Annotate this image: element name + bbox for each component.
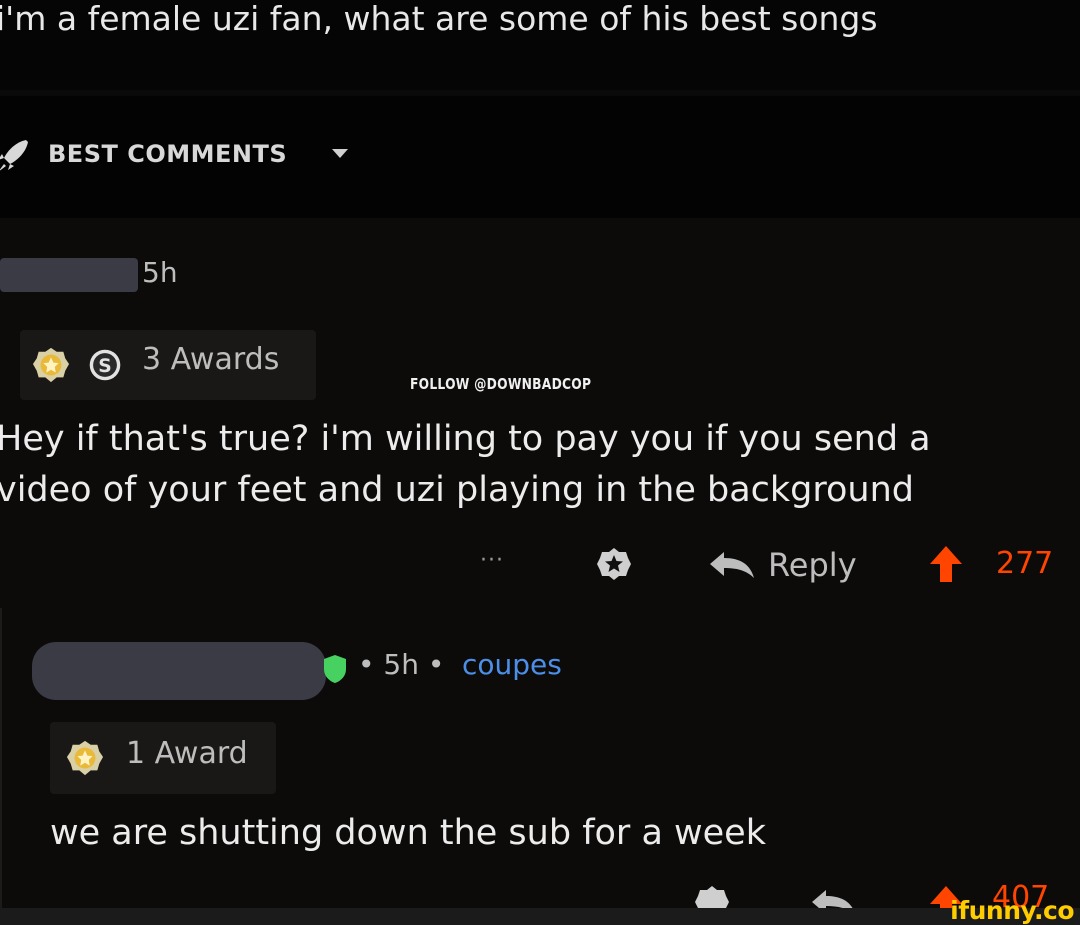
chevron-down-icon[interactable] [332, 149, 348, 158]
sort-label: BEST COMMENTS [48, 140, 288, 168]
give-award-icon[interactable] [596, 546, 632, 582]
redacted-username [0, 258, 138, 292]
redacted-username [32, 642, 326, 700]
comment-time: 5h [142, 256, 178, 289]
comment-actions: 407 [0, 878, 1080, 908]
comment-body: we are shutting down the sub for a week [50, 813, 766, 853]
sort-bar[interactable]: BEST COMMENTS [0, 96, 1080, 218]
footer-bar [0, 908, 1080, 925]
reply-button[interactable]: Reply [708, 544, 868, 588]
awards-count: 1 Award [126, 736, 248, 771]
ifunny-logo: ifunny.co [950, 896, 1074, 925]
thread-line[interactable] [0, 608, 2, 908]
reply-arrow-icon[interactable] [810, 888, 860, 908]
comment-body-line: video of your feet and uzi playing in th… [0, 470, 914, 510]
awards-count: 3 Awards [142, 342, 280, 377]
shield-icon [324, 655, 346, 683]
reply-arrow-icon [710, 552, 754, 578]
comment-actions: ··· Reply 277 [0, 542, 1080, 592]
svg-text:S: S [98, 356, 111, 377]
rocket-icon [0, 140, 28, 171]
post-title: i'm a female uzi fan, what are some of h… [0, 0, 1080, 90]
user-flair[interactable]: coupes [462, 648, 562, 681]
more-options-button[interactable]: ··· [480, 548, 504, 573]
reply-label: Reply [768, 546, 857, 584]
awards-box[interactable]: 1 Award [50, 722, 276, 794]
watermark-text: FOLLOW @DOWNBADCOP [410, 375, 592, 393]
comment-time: • 5h • [358, 648, 445, 681]
gold-award-icon [32, 347, 70, 383]
comment-body-line: Hey if that's true? i'm willing to pay y… [0, 419, 931, 459]
score-count: 277 [996, 546, 1054, 581]
screenshot-page: i'm a female uzi fan, what are some of h… [0, 0, 1080, 925]
comment-body: Hey if that's true? i'm willing to pay y… [0, 414, 1080, 516]
silver-award-icon: S [89, 349, 121, 381]
upvote-arrow-icon[interactable] [928, 544, 964, 584]
give-award-icon[interactable] [694, 884, 730, 908]
comments-section: 5h S 3 Awards FOLLOW @DOWNBADCOP Hey if … [0, 218, 1080, 908]
awards-box[interactable]: S 3 Awards [20, 330, 316, 400]
gold-award-icon [66, 740, 104, 776]
